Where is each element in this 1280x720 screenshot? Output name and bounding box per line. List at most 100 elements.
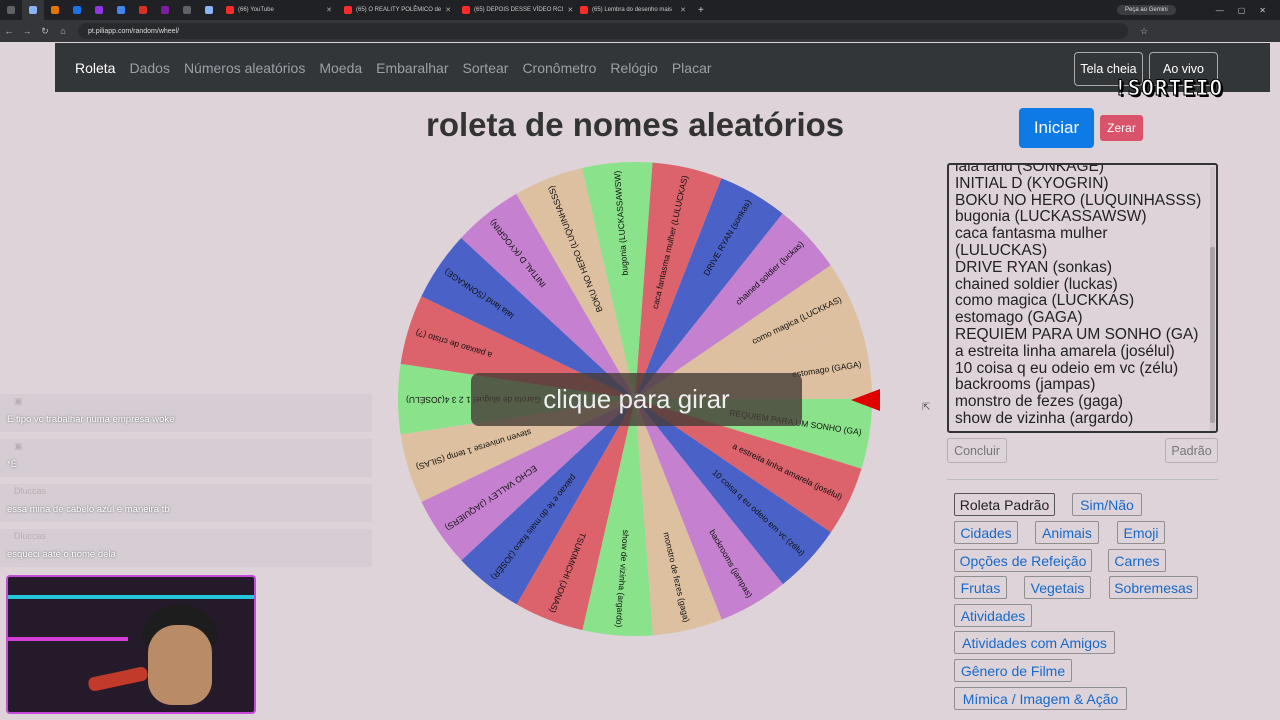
tab-favicon-icon (344, 6, 352, 14)
tab-favicon-icon (95, 6, 103, 14)
tab-favicon-icon (462, 6, 470, 14)
divider (947, 479, 1218, 480)
nav-placar[interactable]: Placar (672, 60, 712, 76)
close-tab-icon[interactable]: ✕ (680, 6, 686, 14)
name-entry: monstro de fezes (gaga) (955, 393, 1124, 411)
maximize-icon[interactable]: ▢ (1238, 6, 1246, 15)
chat-message: ▣ *É (0, 439, 372, 477)
browser-tab[interactable] (154, 0, 176, 20)
browser-tab[interactable] (66, 0, 88, 20)
browser-tab[interactable] (0, 0, 22, 20)
preset-opcoes-refeicao[interactable]: Opções de Refeição (954, 549, 1092, 572)
preset-sim-nao[interactable]: Sim/Não (1072, 493, 1142, 516)
mouse-cursor-icon: ⇱ (922, 402, 931, 413)
tab-favicon-icon (117, 6, 125, 14)
browser-tab[interactable] (110, 0, 132, 20)
browser-address-bar: ← → ↻ ⌂ pt.piliapp.com/random/wheel/ ☆ (0, 20, 1280, 42)
browser-tab[interactable]: (65) O REALITY POLÊMICO de ✕ (338, 0, 456, 20)
browser-tab[interactable] (132, 0, 154, 20)
spin-prompt[interactable]: clique para girar (471, 373, 802, 426)
chat-text: *É (7, 459, 18, 470)
name-entry: bugonia (LUCKASSAWSW) (955, 208, 1147, 226)
close-tab-icon[interactable]: ✕ (445, 6, 451, 14)
preset-vegetais[interactable]: Vegetais (1024, 576, 1091, 599)
nav-numeros-aleatorios[interactable]: Números aleatórios (184, 60, 305, 76)
tab-favicon-icon (29, 6, 37, 14)
name-entry: lala land (SONKAGE) (955, 163, 1105, 175)
new-tab-icon[interactable]: + (698, 5, 704, 16)
browser-tab[interactable]: (65) Lembra do desenho mais ✕ (574, 0, 692, 20)
name-entry: como magica (LUCKKAS) (955, 292, 1135, 310)
nav-cronometro[interactable]: Cronômetro (522, 60, 596, 76)
url-field[interactable]: pt.piliapp.com/random/wheel/ (78, 23, 1128, 39)
name-entry: show de vizinha (argardo) (955, 409, 1134, 427)
name-entry: BOKU NO HERO (LUQUINHASSS) (955, 191, 1202, 209)
nav-moeda[interactable]: Moeda (319, 60, 362, 76)
home-icon[interactable]: ⌂ (54, 26, 72, 36)
webcam-overlay (6, 575, 256, 714)
preset-cidades[interactable]: Cidades (954, 521, 1018, 544)
reset-button[interactable]: Zerar (1100, 115, 1143, 141)
chat-text: essa mina de cabelo azul é maneira tb (7, 504, 170, 515)
name-entry: 10 coisa q eu odeio em vc (zélu) (955, 359, 1179, 377)
start-button[interactable]: Iniciar (1019, 108, 1094, 148)
stream-watermark: !SORTEIO (1113, 76, 1224, 101)
browser-tab[interactable] (88, 0, 110, 20)
reload-icon[interactable]: ↻ (36, 26, 54, 37)
wheel-pointer-icon (851, 389, 880, 411)
chat-user-badge-icon: ▣ (14, 441, 23, 451)
name-entry: a estreita linha amarela (josélul) (955, 342, 1175, 360)
preset-genero-filme[interactable]: Gênero de Filme (954, 659, 1072, 682)
nav-dados[interactable]: Dados (129, 60, 169, 76)
browser-tab-strip: (66) YouTube ✕ (65) O REALITY POLÊMICO de ✕… (0, 0, 1280, 20)
browser-tab[interactable] (44, 0, 66, 20)
page-title: roleta de nomes aleatórios (426, 106, 845, 143)
name-entry: backrooms (jampas) (955, 376, 1096, 394)
conclude-button[interactable]: Concluir (947, 438, 1007, 463)
name-entry: DRIVE RYAN (sonkas) (955, 258, 1113, 276)
close-window-icon[interactable]: ✕ (1259, 6, 1266, 15)
preset-animais[interactable]: Animais (1035, 521, 1099, 544)
forward-icon[interactable]: → (18, 26, 36, 36)
default-button[interactable]: Padrão (1165, 438, 1218, 463)
nav-embaralhar[interactable]: Embaralhar (376, 60, 448, 76)
back-icon[interactable]: ← (0, 26, 18, 36)
name-entry: REQUIEM PARA UM SONHO (GA) (955, 325, 1199, 343)
nav-roleta[interactable]: Roleta (75, 60, 115, 76)
tab-favicon-icon (161, 6, 169, 14)
browser-tab[interactable] (22, 0, 44, 20)
preset-atividades[interactable]: Atividades (954, 604, 1032, 627)
site-navbar: Roleta Dados Números aleatórios Moeda Em… (55, 43, 1270, 92)
browser-tab[interactable] (176, 0, 198, 20)
nav-sortear[interactable]: Sortear (463, 60, 509, 76)
tab-favicon-icon (51, 6, 59, 14)
chat-text: E tipo vc trabalhar numa empresa woke (7, 414, 175, 425)
tab-favicon-icon (580, 6, 588, 14)
chat-message: ▣ E tipo vc trabalhar numa empresa woke (0, 394, 372, 432)
preset-carnes[interactable]: Carnes (1108, 549, 1166, 572)
name-entry: caca fantasma mulher (955, 225, 1108, 243)
minimize-icon[interactable]: — (1216, 6, 1224, 15)
preset-emoji[interactable]: Emoji (1117, 521, 1165, 544)
close-tab-icon[interactable]: ✕ (567, 6, 573, 14)
tab-favicon-icon (226, 6, 234, 14)
browser-tab[interactable]: (65) DEPOIS DESSE VÍDEO RCI ✕ (456, 0, 574, 20)
browser-tab[interactable]: (66) YouTube ✕ (220, 0, 338, 20)
preset-roleta-padrao[interactable]: Roleta Padrão (954, 493, 1055, 516)
preset-frutas[interactable]: Frutas (954, 576, 1007, 599)
chat-message: Dluccas esqueci aatè o nome dela (0, 529, 372, 567)
preset-mimica[interactable]: Mímica / Imagem & Ação (954, 687, 1127, 710)
names-textarea[interactable]: lala land (SONKAGE) INITIAL D (KYOGRIN) BO… (947, 163, 1218, 433)
preset-atividades-amigos[interactable]: Atividades com Amigos (954, 631, 1115, 654)
nav-relogio[interactable]: Relógio (610, 60, 657, 76)
chat-username: Dluccas (14, 486, 47, 496)
bookmark-star-icon[interactable]: ☆ (1140, 26, 1156, 37)
names-scrollbar[interactable] (1210, 167, 1215, 431)
name-entry: INITIAL D (KYOGRIN) (955, 174, 1109, 192)
browser-tab[interactable] (198, 0, 220, 20)
close-tab-icon[interactable]: ✕ (326, 6, 332, 14)
tab-favicon-icon (205, 6, 213, 14)
preset-sobremesas[interactable]: Sobremesas (1109, 576, 1198, 599)
name-entry: chained soldier (luckas) (955, 275, 1118, 293)
gemini-button[interactable]: Peça ao Gemini (1117, 5, 1176, 15)
